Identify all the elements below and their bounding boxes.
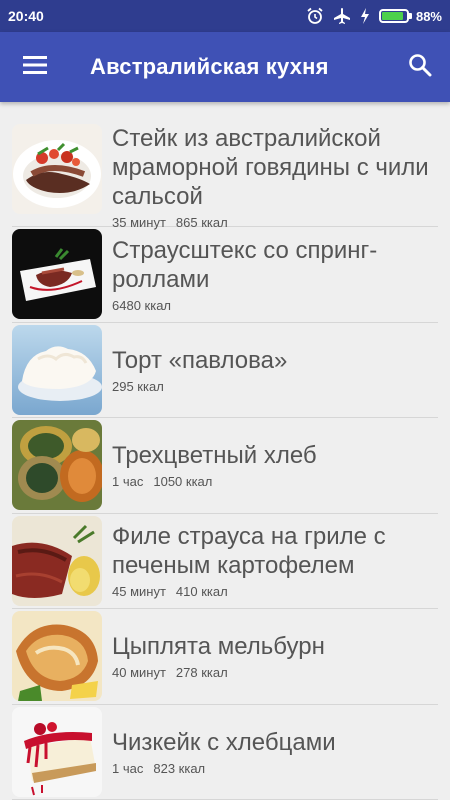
- recipe-title: Торт «павлова»: [112, 346, 288, 374]
- recipe-kcal: 6480 ккал: [112, 297, 172, 313]
- recipe-kcal: 410 ккал: [175, 584, 228, 600]
- recipe-title: Стейк из австралийской мраморной говядин…: [112, 125, 429, 210]
- status-icons: 88%: [306, 7, 442, 25]
- recipe-meta: 40 минут 278 ккал: [112, 665, 438, 680]
- recipe-photo-ostrich-fillet: [12, 515, 102, 606]
- airplane-mode-icon: [333, 7, 351, 25]
- search-icon: [408, 53, 432, 82]
- recipe-kcal: 823 ккал: [153, 760, 206, 776]
- recipe-list[interactable]: Стейк из австралийской мраморной говядин…: [0, 102, 450, 800]
- recipe-title: Трехцветный хлеб: [112, 442, 317, 470]
- list-item[interactable]: Филе страуса на гриле с печеным картофел…: [12, 514, 438, 609]
- recipe-photo-chicken: [12, 611, 102, 702]
- recipe-meta: 1 час 823 ккал: [112, 761, 438, 776]
- hamburger-menu-icon: [23, 55, 47, 79]
- recipe-photo-cheesecake: [12, 706, 102, 797]
- search-button[interactable]: [390, 32, 450, 102]
- list-item[interactable]: Чизкейк с хлебцами 1 час 823 ккал: [12, 705, 438, 800]
- recipe-meta: 295 ккал: [112, 379, 438, 394]
- battery-icon: 88%: [378, 8, 442, 24]
- alarm-icon: [306, 7, 324, 25]
- recipe-time: 40 минут: [112, 665, 166, 681]
- list-item[interactable]: Трехцветный хлеб 1 час 1050 ккал: [12, 418, 438, 514]
- list-item[interactable]: Цыплята мельбурн 40 минут 278 ккал: [12, 609, 438, 705]
- recipe-photo-tricolor-bread: [12, 420, 102, 511]
- recipe-kcal: 278 ккал: [175, 665, 228, 681]
- charging-icon: [360, 8, 370, 24]
- status-bar: 20:40 88%: [0, 0, 450, 32]
- recipe-kcal: 1050 ккал: [153, 474, 213, 490]
- recipe-time: 1 час: [112, 760, 144, 776]
- recipe-title: Чизкейк с хлебцами: [112, 728, 336, 756]
- recipe-meta: 6480 ккал: [112, 298, 438, 313]
- app-toolbar: Австралийская кухня: [0, 32, 450, 102]
- recipe-title: Цыплята мельбурн: [112, 633, 325, 661]
- recipe-title: Филе страуса на гриле с печеным картофел…: [112, 523, 386, 580]
- recipe-kcal: 295 ккал: [112, 378, 164, 394]
- recipe-meta: 45 минут 410 ккал: [112, 584, 438, 599]
- recipe-title: Страусштекс со спринг-роллами: [112, 236, 378, 293]
- battery-percentage: 88%: [415, 8, 442, 24]
- list-item[interactable]: Стейк из австралийской мраморной говядин…: [12, 119, 438, 230]
- list-item[interactable]: Страусштекс со спринг-роллами 6480 ккал: [12, 227, 438, 323]
- menu-button[interactable]: [0, 32, 70, 102]
- recipe-photo-pavlova: [12, 324, 102, 415]
- recipe-meta: 1 час 1050 ккал: [112, 474, 438, 489]
- status-time: 20:40: [8, 8, 44, 24]
- page-title: Австралийская кухня: [90, 54, 329, 79]
- recipe-photo-steak: [12, 124, 102, 214]
- list-item[interactable]: Торт «павлова» 295 ккал: [12, 323, 438, 418]
- battery-fill: [381, 12, 404, 20]
- recipe-time: 1 час: [112, 474, 144, 490]
- recipe-photo-ostrich-steak: [12, 229, 102, 320]
- recipe-time: 45 минут: [112, 584, 166, 600]
